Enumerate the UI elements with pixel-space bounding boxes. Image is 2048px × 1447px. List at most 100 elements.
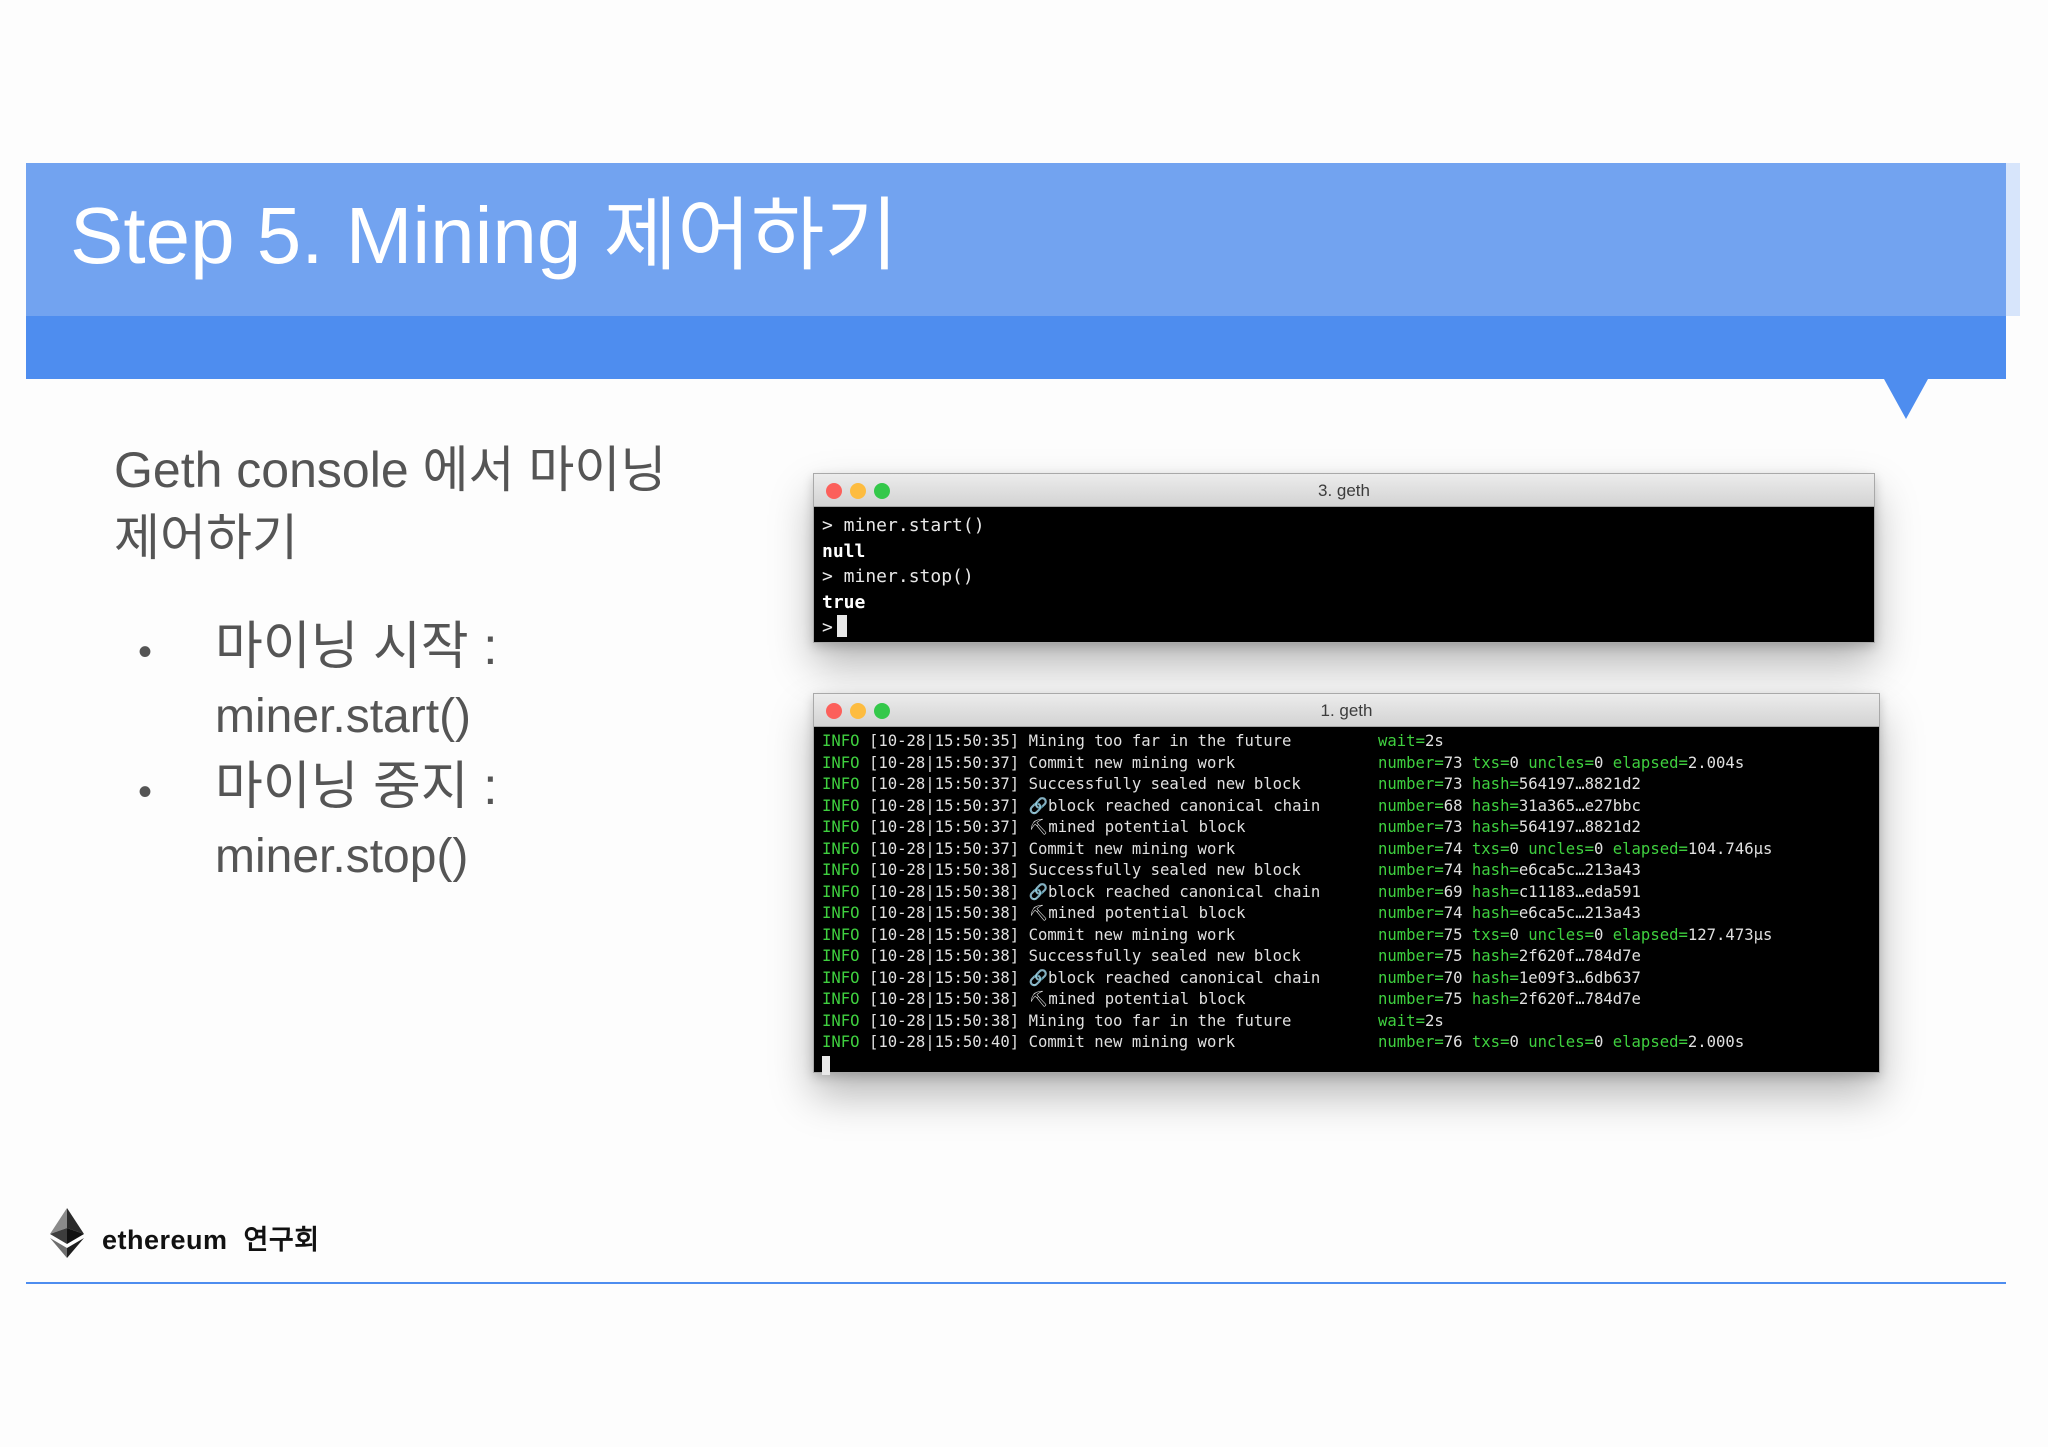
log-context-value: e6ca5c…213a43 [1518,904,1641,922]
log-context-value: 564197…8821d2 [1518,775,1641,793]
terminal-titlebar[interactable]: 1. geth [814,694,1879,727]
log-line: INFO [10-28|15:50:37] Commit new mining … [822,753,1879,775]
log-context-key: number [1378,882,1435,901]
log-message: Mining too far in the future [1028,1011,1292,1030]
log-context: number=69 hash=c11183…eda591 [1378,882,1641,901]
terminal-screen[interactable]: INFO [10-28|15:50:35] Mining too far in … [814,727,1879,1075]
log-context-value: 0 [1593,925,1604,944]
log-context-value: c11183…eda591 [1518,882,1641,901]
bullet-command: miner.stop() [215,830,469,883]
log-context-key: number [1378,947,1435,965]
log-context: number=76 txs=0 uncles=0 elapsed=2.000s [1378,1033,1745,1051]
log-context-value: e6ca5c…213a43 [1518,861,1641,879]
console-prompt-line[interactable]: > [822,615,1874,641]
terminal-screen[interactable]: > miner.start() null > miner.stop() true… [814,507,1874,641]
log-context-key: number [1378,861,1435,879]
log-context-key: number [1378,990,1435,1008]
log-line: INFO [10-28|15:50:38] 🔗block reached can… [822,968,1879,990]
log-context: number=75 txs=0 uncles=0 elapsed=127.473… [1378,925,1773,944]
log-level: INFO [822,796,860,815]
log-timestamp: [10-28|15:50:37] [868,753,1020,772]
log-context-value: 73 [1443,775,1463,793]
bullet-dot: • [138,770,153,814]
log-context: number=73 hash=564197…8821d2 [1378,775,1641,793]
log-context-value: 2f620f…784d7e [1518,990,1641,1008]
log-context: wait=2s [1378,732,1444,750]
log-context-value: 74 [1443,904,1463,922]
log-context-key: hash [1471,968,1510,987]
slide-title: Step 5. Mining 제어하기 [70,191,899,280]
log-timestamp: [10-28|15:50:40] [868,1033,1020,1051]
log-context: number=74 txs=0 uncles=0 elapsed=104.746… [1378,839,1773,858]
log-timestamp: [10-28|15:50:37] [868,775,1020,793]
log-context: number=75 hash=2f620f…784d7e [1378,990,1641,1008]
slide: Step 5. Mining 제어하기 Geth console 에서 마이닝 … [0,0,2048,1447]
log-line: INFO [10-28|15:50:37] 🔗block reached can… [822,796,1879,818]
terminal-window-console[interactable]: 3. geth > miner.start() null > miner.sto… [813,473,1875,643]
log-message: Successfully sealed new block [1028,861,1301,879]
log-context-key: number [1378,796,1435,815]
log-line: INFO [10-28|15:50:37] ⛏mined potential b… [822,817,1879,839]
log-level: INFO [822,882,860,901]
terminal-window-log[interactable]: 1. geth INFO [10-28|15:50:35] Mining too… [813,693,1880,1075]
log-message: 🔗block reached canonical chain [1028,882,1321,901]
log-message: Commit new mining work [1028,753,1236,772]
brand-word: ethereum [102,1225,228,1255]
log-context-value: 2.000s [1687,1033,1745,1051]
log-context-key: elapsed [1612,1033,1679,1051]
log-context-key: txs [1471,1033,1501,1051]
log-context-key: number [1378,925,1435,944]
log-level: INFO [822,818,860,836]
log-message: Commit new mining work [1028,839,1236,858]
log-message: Successfully sealed new block [1028,947,1301,965]
log-context-value: 564197…8821d2 [1518,818,1641,836]
log-level: INFO [822,775,860,793]
log-context-key: uncles [1528,925,1585,944]
log-context-value: 69 [1443,882,1463,901]
log-context-value: 0 [1593,839,1604,858]
log-timestamp: [10-28|15:50:38] [868,968,1020,987]
log-level: INFO [822,968,860,987]
log-context-value: 73 [1443,753,1463,772]
log-context-value: 74 [1443,861,1463,879]
log-context-value: 0 [1593,1033,1604,1051]
log-context-key: hash [1471,947,1510,965]
log-context-key: uncles [1528,1033,1585,1051]
log-level: INFO [822,861,860,879]
log-context-key: elapsed [1612,925,1679,944]
log-context-key: hash [1471,775,1510,793]
log-context-value: 2s [1424,1011,1444,1030]
log-line: INFO [10-28|15:50:37] Commit new mining … [822,839,1879,861]
log-timestamp: [10-28|15:50:38] [868,947,1020,965]
terminal-title: 1. geth [1320,701,1373,720]
log-context-key: elapsed [1612,839,1679,858]
log-timestamp: [10-28|15:50:37] [868,818,1020,836]
log-context-key: number [1378,753,1435,772]
log-context: number=74 hash=e6ca5c…213a43 [1378,904,1641,922]
log-context-value: 31a365…e27bbc [1518,796,1641,815]
log-context-value: 75 [1443,947,1463,965]
bullet-label: 마이닝 중지 : [215,758,498,816]
log-context-key: uncles [1528,839,1585,858]
console-line: > miner.stop() [822,566,974,587]
bullet-item: • 마이닝 시작 : miner.start() [130,612,730,752]
log-line: INFO [10-28|15:50:38] ⛏mined potential b… [822,903,1879,925]
terminal-titlebar[interactable]: 3. geth [814,474,1874,507]
log-level: INFO [822,1033,860,1051]
log-context-value: 104.746µs [1687,839,1773,858]
console-output: true [822,591,866,613]
bullet-label: 마이닝 시작 : [215,618,498,676]
log-message: ⛏mined potential block [1028,990,1246,1008]
log-context-value: 0 [1509,1033,1519,1051]
log-context-key: hash [1471,861,1510,879]
log-context-key: txs [1471,753,1501,772]
log-message: ⛏mined potential block [1028,904,1246,922]
log-context-value: 75 [1443,990,1463,1008]
log-context-value: 0 [1593,753,1604,772]
log-context-key: number [1378,839,1435,858]
log-context-key: wait [1378,732,1416,750]
log-context-value: 75 [1443,925,1463,944]
log-context-key: hash [1471,990,1510,1008]
log-line: INFO [10-28|15:50:37] Successfully seale… [822,774,1879,796]
log-level: INFO [822,1011,860,1030]
